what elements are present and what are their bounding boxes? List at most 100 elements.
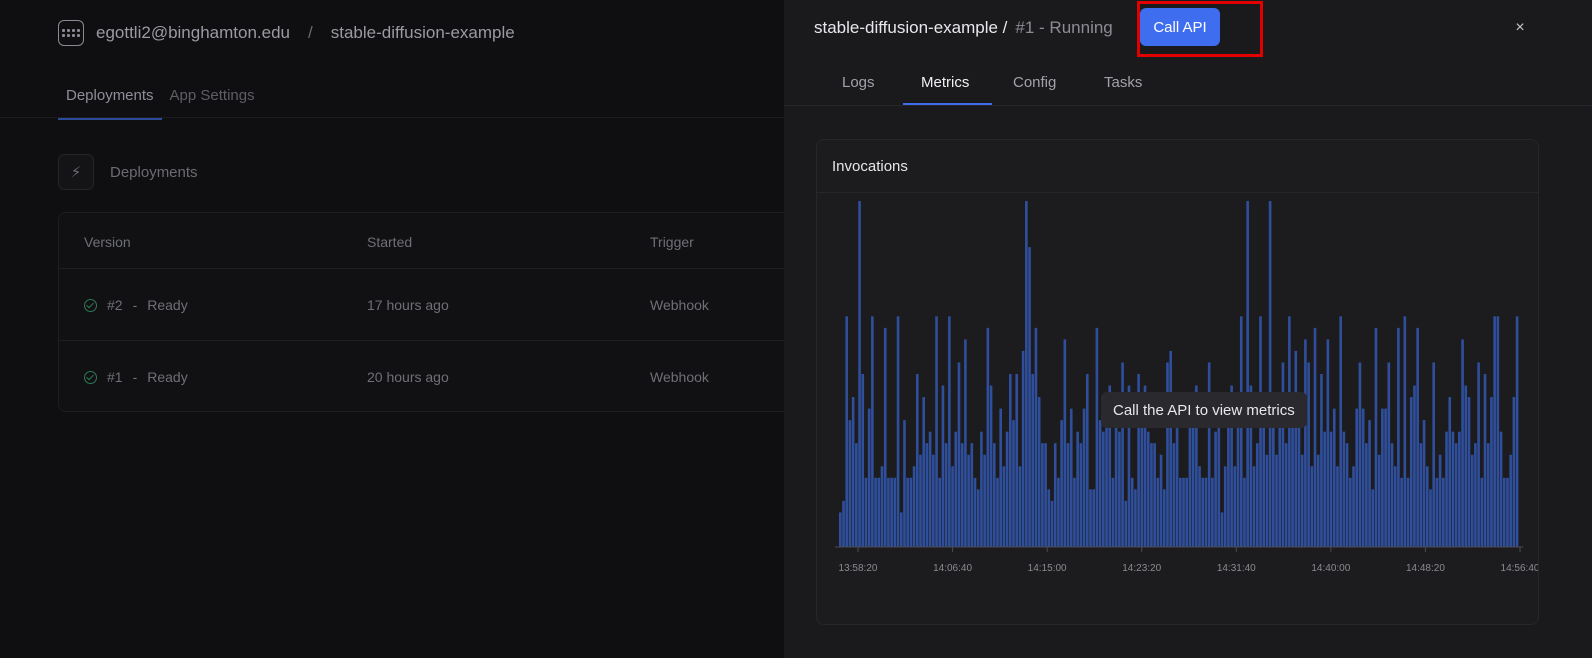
call-api-button[interactable]: Call API: [1140, 8, 1220, 46]
chart-bar: [1025, 201, 1028, 547]
tab-config[interactable]: Config: [1013, 74, 1056, 103]
chart-bar: [864, 477, 868, 547]
x-tick-label: 14:23:20: [1122, 563, 1161, 574]
chart-bar: [989, 385, 993, 547]
tab-metrics[interactable]: Metrics: [921, 74, 969, 103]
chart-bar: [1490, 397, 1493, 547]
chart-bar: [1227, 408, 1230, 547]
row-started: 20 hours ago: [367, 369, 449, 385]
chart-bar: [1486, 443, 1490, 547]
chart-bar: [1294, 350, 1298, 547]
chart-bar: [1377, 454, 1381, 547]
chart-bar: [1320, 374, 1323, 547]
metrics-tooltip: Call the API to view metrics: [1101, 392, 1307, 428]
chart-bar: [1477, 362, 1480, 547]
chart-bar: [1429, 489, 1432, 547]
table-row[interactable]: #1 - Ready 20 hours ago Webhook: [59, 341, 819, 413]
chart-bar: [1300, 454, 1304, 547]
tab-app-settings[interactable]: App Settings: [162, 84, 263, 120]
tab-tasks[interactable]: Tasks: [1104, 74, 1142, 103]
chart-bar: [1169, 350, 1172, 547]
chart-bar: [1515, 316, 1519, 547]
chart-bar: [1073, 477, 1076, 547]
chart-bar: [976, 489, 980, 547]
chart-bar: [1050, 500, 1054, 547]
chart-bar: [1336, 466, 1339, 547]
chart-bar: [1015, 374, 1019, 547]
chart-bar: [1442, 477, 1445, 547]
chart-bar: [986, 327, 990, 547]
chart-bar: [1352, 466, 1355, 547]
chart-bar: [1400, 477, 1403, 547]
chart-bar: [1021, 350, 1025, 547]
chart-bar: [1262, 408, 1266, 547]
chart-bar: [1069, 408, 1073, 547]
chart-bar: [1393, 466, 1397, 547]
chart-bar: [1313, 327, 1317, 547]
chart-bar: [1044, 443, 1047, 547]
column-trigger: Trigger: [650, 234, 694, 250]
breadcrumb-account[interactable]: egottli2@binghamton.edu: [96, 23, 290, 43]
chart-bar: [1124, 500, 1128, 547]
chart-bar: [944, 443, 948, 547]
chart-bar: [1214, 431, 1217, 547]
chart-bar: [1281, 362, 1285, 547]
chart-bar: [1467, 397, 1471, 547]
chart-bar: [1384, 408, 1387, 547]
column-version: Version: [84, 234, 131, 250]
chart-bar: [1005, 431, 1009, 547]
chart-bar: [848, 420, 852, 547]
x-tick-label: 14:15:00: [1028, 563, 1067, 574]
chart-bar: [1150, 443, 1153, 547]
chart-bar: [1201, 477, 1205, 547]
chart-bar: [1153, 443, 1156, 547]
chart-bar: [1416, 327, 1419, 547]
chart-bar: [1435, 477, 1439, 547]
chart-bar: [1284, 443, 1288, 547]
chart-bar: [951, 466, 954, 547]
chart-bar: [1432, 362, 1436, 547]
breadcrumb-app[interactable]: stable-diffusion-example: [331, 23, 515, 43]
chart-bar: [1217, 408, 1221, 547]
chart-bar: [1111, 477, 1115, 547]
chart-bar: [1031, 374, 1035, 547]
chart-bar: [1278, 420, 1282, 547]
chart-bar: [980, 431, 983, 547]
chart-bar: [861, 374, 865, 547]
chart-bar: [1413, 385, 1416, 547]
chart-bar: [1134, 489, 1137, 547]
chart-bar: [1342, 431, 1346, 547]
chart-bar: [1268, 201, 1272, 547]
grid-icon[interactable]: [58, 20, 84, 46]
table-row[interactable]: #2 - Ready 17 hours ago Webhook: [59, 269, 819, 341]
chart-bar: [1121, 362, 1124, 547]
chart-bar: [1060, 420, 1063, 547]
tab-logs[interactable]: Logs: [842, 74, 875, 103]
chart-bar: [1368, 420, 1371, 547]
x-tick-label: 14:31:40: [1217, 563, 1256, 574]
chart-bar: [1089, 489, 1092, 547]
chart-bar: [1329, 431, 1333, 547]
chart-bar: [1239, 316, 1243, 547]
chart-bar: [1480, 477, 1484, 547]
chart-bar: [1371, 489, 1375, 547]
chart-bar: [1406, 477, 1410, 547]
chart-bar: [1409, 397, 1413, 547]
chart-bar: [1307, 362, 1310, 547]
chart-bar: [1095, 327, 1099, 547]
chart-bar: [1438, 454, 1442, 547]
chart-bar: [1037, 397, 1041, 547]
chart-bar: [1018, 466, 1022, 547]
chart-bar: [1085, 374, 1089, 547]
chart-bar: [1130, 477, 1134, 547]
chart-bar: [1349, 477, 1352, 547]
tab-deployments[interactable]: Deployments: [58, 84, 162, 120]
table-header: Version Started Trigger: [59, 213, 819, 269]
chart-bar: [1179, 477, 1182, 547]
chart-bar: [1207, 362, 1211, 547]
chart-bar: [1243, 477, 1246, 547]
chart-bar: [1272, 408, 1275, 547]
close-icon[interactable]: ×: [1510, 18, 1530, 38]
chart-bar: [964, 339, 967, 547]
section-title: Deployments: [110, 163, 198, 181]
